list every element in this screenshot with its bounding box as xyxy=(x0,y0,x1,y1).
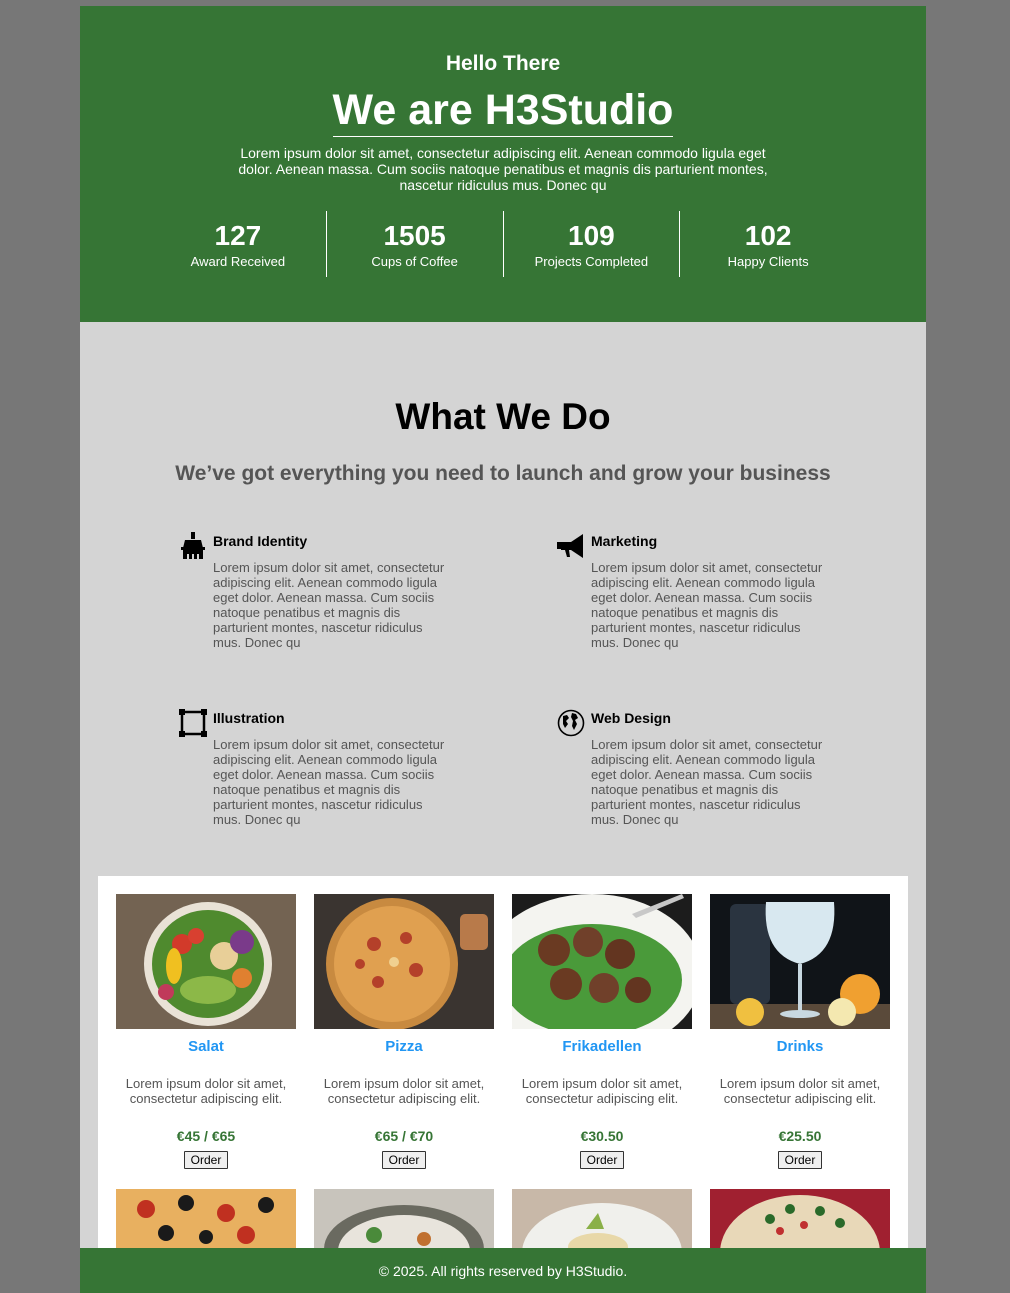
menu-section: Salat Lorem ipsum dolor sit amet, consec… xyxy=(98,876,908,1276)
menu-item-name[interactable]: Pizza xyxy=(314,1038,494,1056)
menu-item-name[interactable]: Salat xyxy=(116,1038,296,1056)
menu-item-price: €25.50 xyxy=(778,1128,822,1144)
pasta-photo xyxy=(512,1189,692,1249)
menu-item-name[interactable]: Frikadellen xyxy=(512,1038,692,1056)
service-description: Lorem ipsum dolor sit amet, consectetur … xyxy=(591,737,823,827)
megaphone-icon xyxy=(557,534,583,558)
order-button[interactable]: Order xyxy=(579,1151,625,1169)
menu-item-pizza: Pizza Lorem ipsum dolor sit amet, consec… xyxy=(314,894,494,1169)
order-button[interactable]: Order xyxy=(183,1151,229,1169)
stat-number: 102 xyxy=(744,220,792,251)
service-title: Marketing xyxy=(591,533,658,549)
stat-number: 109 xyxy=(568,220,615,251)
footer: © 2025. All rights reserved by H3Studio. xyxy=(80,1248,926,1293)
gin-tonic-photo xyxy=(710,894,890,1029)
menu-item-price: €30.50 xyxy=(580,1128,624,1144)
rice-bowl-photo xyxy=(314,1189,494,1249)
service-description: Lorem ipsum dolor sit amet, consectetur … xyxy=(213,560,445,650)
menu-item-price: €65 / €70 xyxy=(374,1128,434,1144)
stat-clients: 102 Happy Clients xyxy=(679,211,856,277)
festive-pizza-photo xyxy=(710,1189,890,1249)
menu-item-description: Lorem ipsum dolor sit amet, consectetur … xyxy=(521,1076,683,1106)
stat-label: Award Received xyxy=(190,254,286,269)
service-description: Lorem ipsum dolor sit amet, consectetur … xyxy=(213,737,445,827)
vector-square-icon xyxy=(179,709,207,737)
stat-coffee: 1505 Cups of Coffee xyxy=(325,211,503,277)
stat-number: 1505 xyxy=(383,220,446,251)
stats-bar: 127 Award Received 1505 Cups of Coffee 1… xyxy=(150,211,856,277)
hero-greeting: Hello There xyxy=(445,52,561,75)
pepperoni-pizza-photo xyxy=(116,1189,296,1249)
service-description: Lorem ipsum dolor sit amet, consectetur … xyxy=(591,560,823,650)
menu-item-description: Lorem ipsum dolor sit amet, consectetur … xyxy=(125,1076,287,1106)
service-title: Illustration xyxy=(213,710,285,726)
footer-copyright: © 2025. All rights reserved by H3Studio. xyxy=(378,1263,628,1279)
stat-number: 127 xyxy=(214,220,262,251)
hero-title: We are H3Studio xyxy=(332,85,674,137)
page: Hello There We are H3Studio Lorem ipsum … xyxy=(80,6,926,1293)
hero-section: Hello There We are H3Studio Lorem ipsum … xyxy=(80,6,926,322)
brush-icon xyxy=(181,532,205,559)
stat-label: Projects Completed xyxy=(534,254,649,269)
stat-label: Happy Clients xyxy=(727,254,809,269)
menu-item-description: Lorem ipsum dolor sit amet, consectetur … xyxy=(719,1076,881,1106)
menu-item-price: €45 / €65 xyxy=(176,1128,236,1144)
pizza-photo xyxy=(314,894,494,1029)
menu-item-description: Lorem ipsum dolor sit amet, consectetur … xyxy=(323,1076,485,1106)
menu-item-salat: Salat Lorem ipsum dolor sit amet, consec… xyxy=(116,894,296,1169)
order-button[interactable]: Order xyxy=(381,1151,427,1169)
stat-projects: 109 Projects Completed xyxy=(502,211,680,277)
services-title: What We Do xyxy=(395,396,611,437)
globe-icon xyxy=(557,709,585,737)
hero-description: Lorem ipsum dolor sit amet, consectetur … xyxy=(238,145,768,193)
menu-item-drinks: Drinks Lorem ipsum dolor sit amet, conse… xyxy=(710,894,890,1169)
stat-label: Cups of Coffee xyxy=(371,254,458,269)
hero-title-wrap: We are H3Studio xyxy=(80,85,926,145)
service-title: Web Design xyxy=(591,710,671,726)
salad-bowl-photo xyxy=(116,894,296,1029)
meatballs-photo xyxy=(512,894,692,1029)
menu-item-name[interactable]: Drinks xyxy=(710,1038,890,1056)
stat-awards: 127 Award Received xyxy=(150,211,326,277)
services-subtitle: We’ve got everything you need to launch … xyxy=(175,462,831,485)
order-button[interactable]: Order xyxy=(777,1151,823,1169)
service-title: Brand Identity xyxy=(213,533,308,549)
menu-item-frikadellen: Frikadellen Lorem ipsum dolor sit amet, … xyxy=(512,894,692,1169)
